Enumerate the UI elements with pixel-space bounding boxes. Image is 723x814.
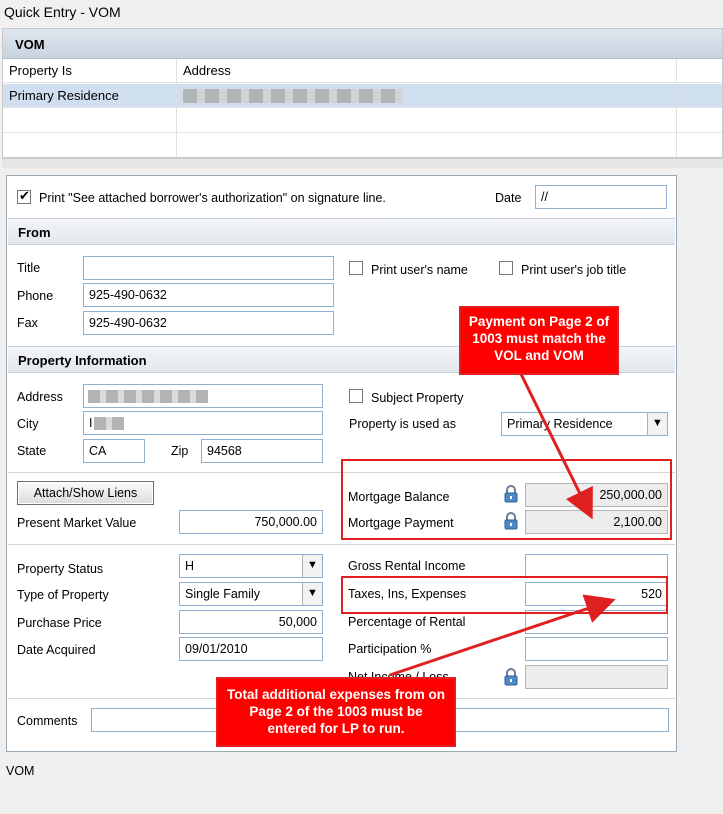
annotation-callout-expenses: Total additional expenses from on Page 2… xyxy=(216,677,456,747)
annotation-arrow-top xyxy=(519,373,593,520)
footer-status: VOM xyxy=(6,764,35,778)
annotation-arrow-bottom xyxy=(389,594,616,677)
annotation-callout-payment: Payment on Page 2 of 1003 must match the… xyxy=(459,306,619,375)
